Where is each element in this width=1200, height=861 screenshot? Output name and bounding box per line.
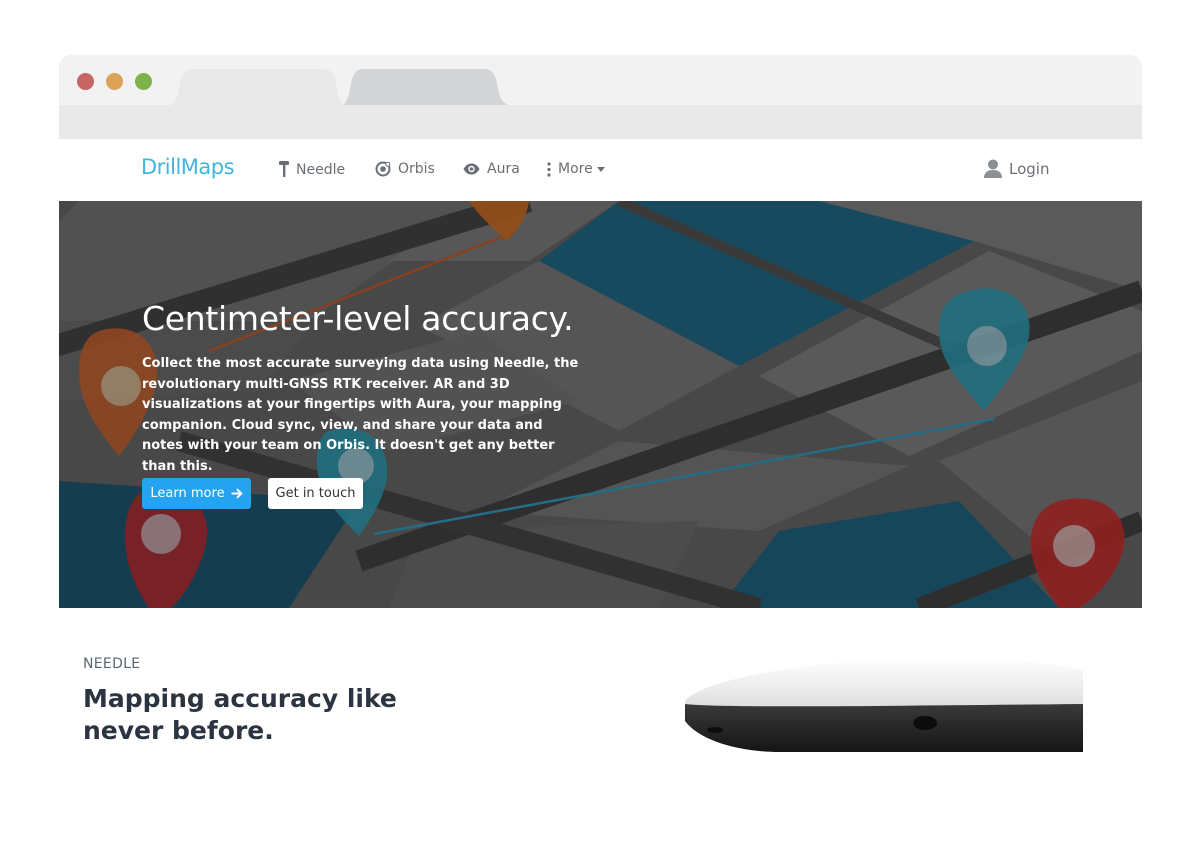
eye-icon	[463, 163, 480, 175]
chevron-down-icon	[596, 166, 605, 172]
nav-item-more[interactable]: More	[547, 161, 605, 177]
arrow-right-icon	[231, 488, 243, 499]
nav-item-needle[interactable]: Needle	[279, 161, 345, 178]
user-icon	[984, 159, 1002, 178]
hero-title: Centimeter-level accuracy.	[142, 299, 574, 338]
site-navbar: DrillMaps Needle Orbis Aura More Login	[59, 139, 1142, 201]
orbis-icon	[375, 161, 391, 177]
nav-item-orbis[interactable]: Orbis	[375, 161, 435, 177]
section-eyebrow: NEEDLE	[83, 656, 141, 672]
section-title: Mapping accuracy like never before.	[83, 684, 397, 745]
close-window-button[interactable]	[77, 73, 94, 90]
nav-item-aura[interactable]: Aura	[463, 161, 520, 177]
hero-banner: Centimeter-level accuracy. Collect the m…	[59, 201, 1142, 608]
nav-item-label: Aura	[487, 161, 520, 177]
vertical-dots-icon	[547, 161, 551, 177]
browser-toolbar	[59, 105, 1142, 139]
brand-logo[interactable]: DrillMaps	[141, 155, 235, 179]
needle-icon	[279, 161, 289, 177]
learn-more-button[interactable]: Learn more	[142, 478, 251, 509]
learn-more-label: Learn more	[150, 486, 225, 501]
login-label: Login	[1009, 159, 1050, 178]
login-link[interactable]: Login	[984, 159, 1049, 178]
needle-device-image	[680, 656, 1083, 752]
minimize-window-button[interactable]	[106, 73, 123, 90]
nav-item-label: Orbis	[398, 161, 435, 177]
nav-item-label: Needle	[296, 161, 346, 178]
browser-chrome	[59, 55, 1142, 139]
browser-tab-active[interactable]	[167, 69, 345, 106]
hero-description: Collect the most accurate surveying data…	[142, 356, 579, 474]
browser-tab-inactive[interactable]	[338, 69, 516, 106]
get-in-touch-button[interactable]: Get in touch	[268, 478, 363, 509]
nav-item-label: More	[558, 161, 593, 177]
maximize-window-button[interactable]	[135, 73, 152, 90]
